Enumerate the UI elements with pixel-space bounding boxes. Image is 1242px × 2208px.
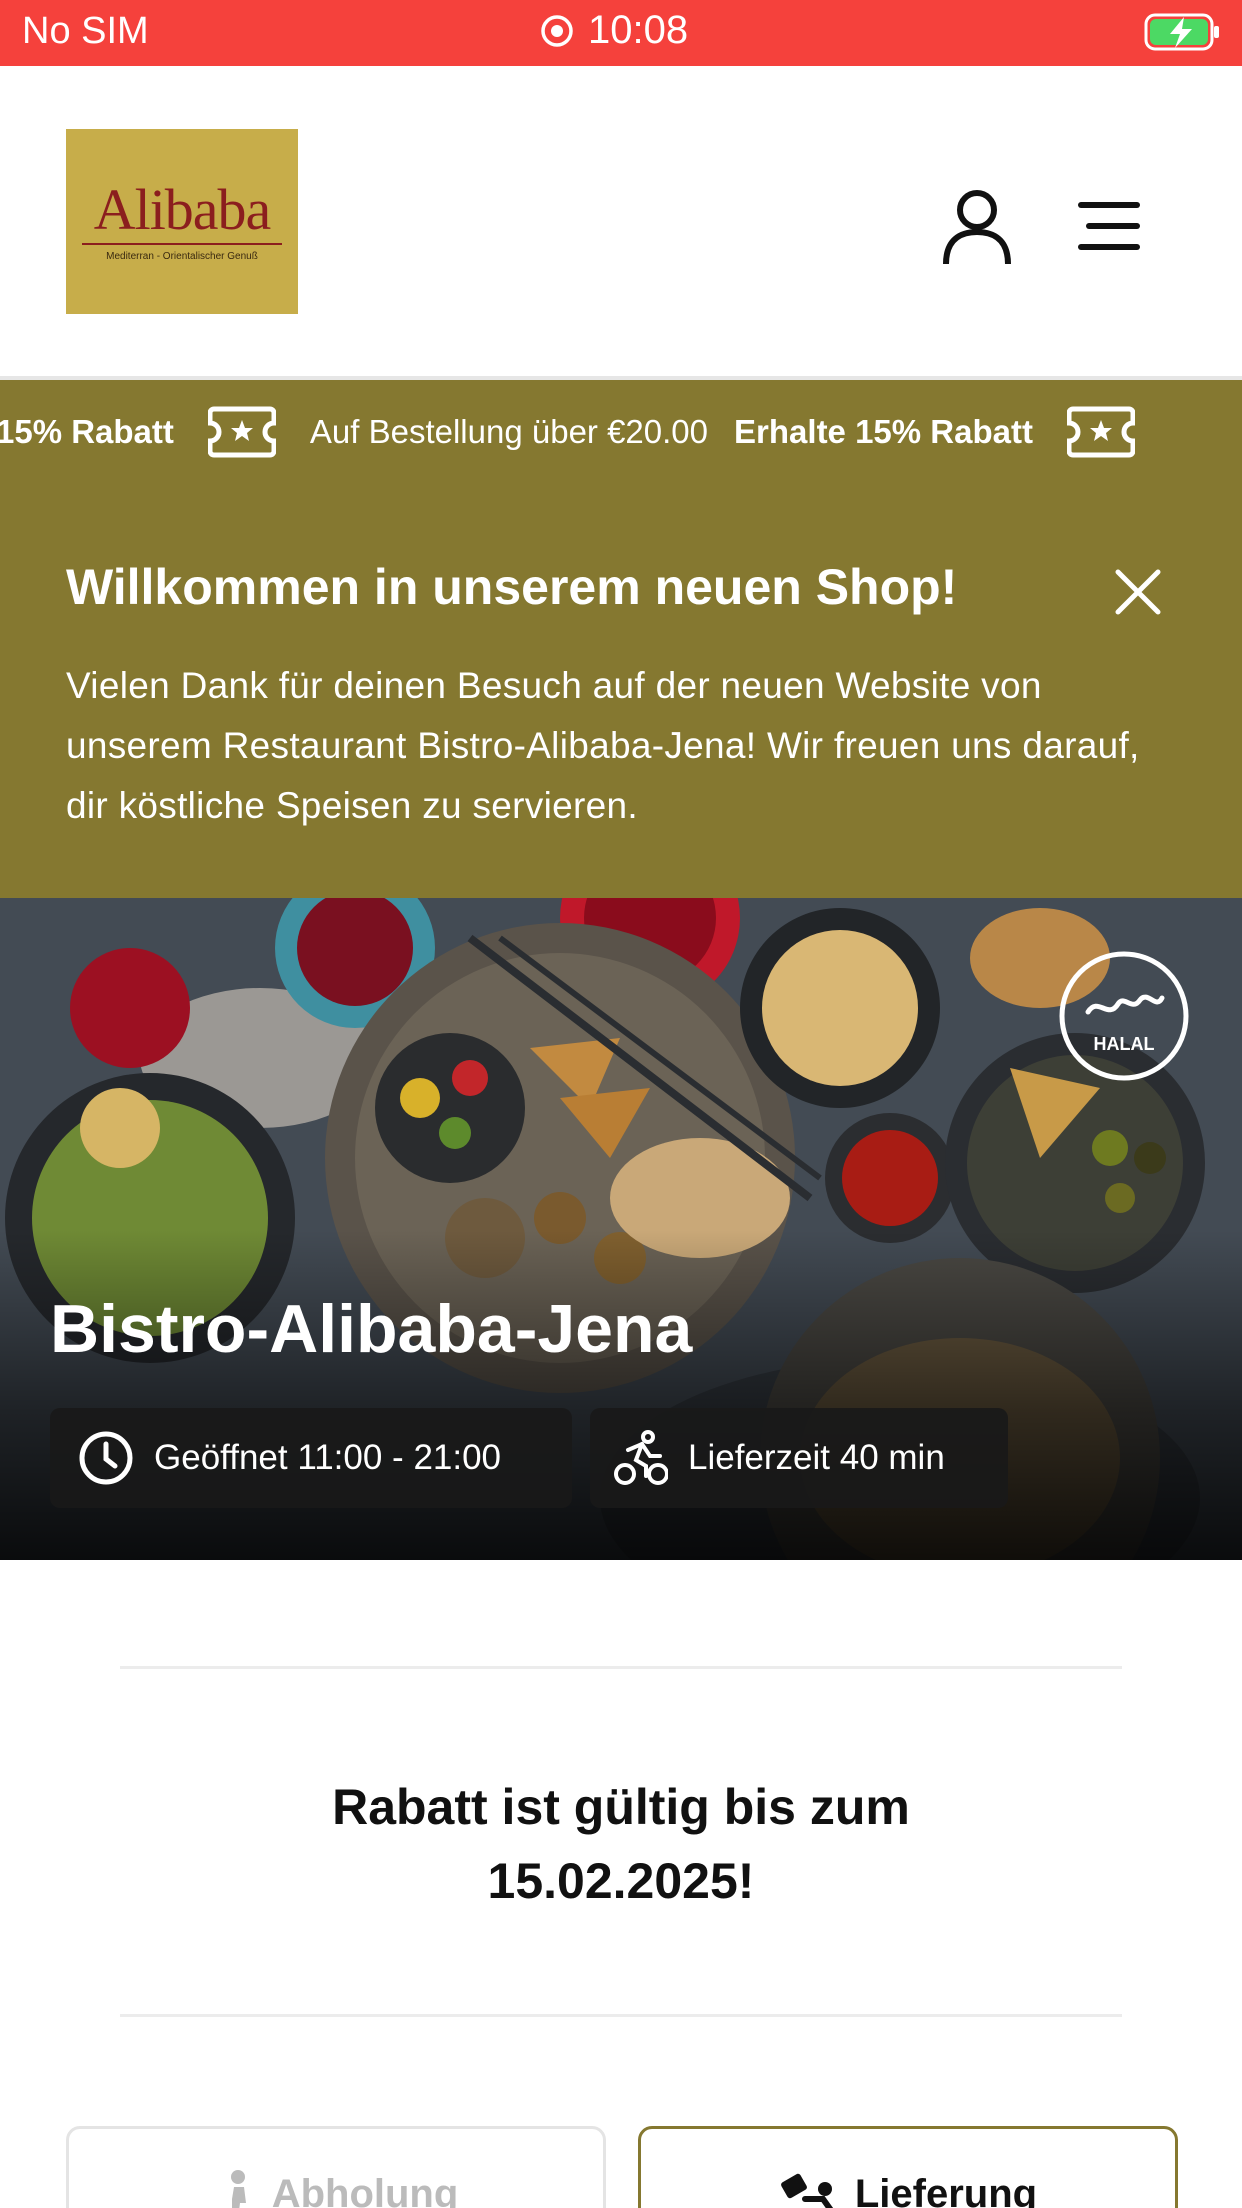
walking-person-icon xyxy=(230,2170,246,2208)
delivery-button[interactable]: Lieferung xyxy=(638,2126,1178,2208)
location-icon xyxy=(541,14,573,47)
carrier-label: No SIM xyxy=(22,10,149,52)
hero-shade xyxy=(0,1230,1242,1560)
ticker-item: Auf Bestellung über €20.00 xyxy=(309,413,709,450)
status-center: 10:08 xyxy=(540,8,688,53)
delivery-scooter-icon xyxy=(780,2173,833,2208)
bicycle-icon xyxy=(614,1430,668,1485)
welcome-title: Willkommen in unserem neuen Shop! xyxy=(66,559,958,615)
site-header: Alibaba Mediterran - Orientalischer Genu… xyxy=(0,66,1242,380)
status-bar: No SIM 10:08 xyxy=(0,0,1242,66)
restaurant-logo[interactable]: Alibaba Mediterran - Orientalischer Genu… xyxy=(66,129,298,314)
battery-icon xyxy=(1144,13,1219,51)
delivery-time-chip: Lieferzeit 40 min xyxy=(590,1408,1008,1508)
divider xyxy=(120,1666,1122,1669)
ticker-track: 15% Rabatt Auf Bestellung über €20.00 Er… xyxy=(0,380,1169,484)
discount-line-2: 15.02.2025! xyxy=(487,1853,755,1909)
status-time: 10:08 xyxy=(588,8,689,52)
ticket-icon xyxy=(1066,406,1135,458)
logo-tagline: Mediterran - Orientalischer Genuß xyxy=(106,251,258,262)
clock-icon xyxy=(79,1431,133,1485)
discount-notice: Rabatt ist gültig bis zum 15.02.2025! xyxy=(0,1770,1242,1918)
halal-badge: HALAL xyxy=(1059,951,1189,1081)
promo-ticker: 15% Rabatt Auf Bestellung über €20.00 Er… xyxy=(0,380,1242,484)
restaurant-name: Bistro-Alibaba-Jena xyxy=(50,1291,693,1367)
delivery-label: Lieferung xyxy=(854,2171,1038,2208)
pickup-button[interactable]: Abholung xyxy=(66,2126,606,2208)
ticker-item: Erhalte 15% Rabatt xyxy=(734,413,1033,450)
welcome-banner: Willkommen in unserem neuen Shop! Vielen… xyxy=(0,484,1242,898)
hero-section: HALAL Bistro-Alibaba-Jena Geöffnet 11:00… xyxy=(0,898,1242,1560)
hamburger-menu-icon[interactable] xyxy=(1076,196,1142,256)
pickup-label: Abholung xyxy=(271,2171,459,2208)
ticker-item: 15% Rabatt xyxy=(0,413,174,450)
logo-name: Alibaba xyxy=(93,177,272,242)
delivery-time: Lieferzeit 40 min xyxy=(688,1438,945,1477)
halal-label: HALAL xyxy=(1094,1034,1155,1054)
logo-rule xyxy=(82,243,282,245)
welcome-text: Vielen Dank für deinen Besuch auf der ne… xyxy=(66,665,1140,826)
close-icon[interactable] xyxy=(1112,566,1164,618)
divider xyxy=(120,2014,1122,2017)
opening-hours: Geöffnet 11:00 - 21:00 xyxy=(154,1438,502,1477)
opening-hours-chip: Geöffnet 11:00 - 21:00 xyxy=(50,1408,572,1508)
discount-line-1: Rabatt ist gültig bis zum xyxy=(332,1779,910,1835)
ticket-icon xyxy=(207,406,276,458)
account-icon[interactable] xyxy=(940,186,1014,266)
